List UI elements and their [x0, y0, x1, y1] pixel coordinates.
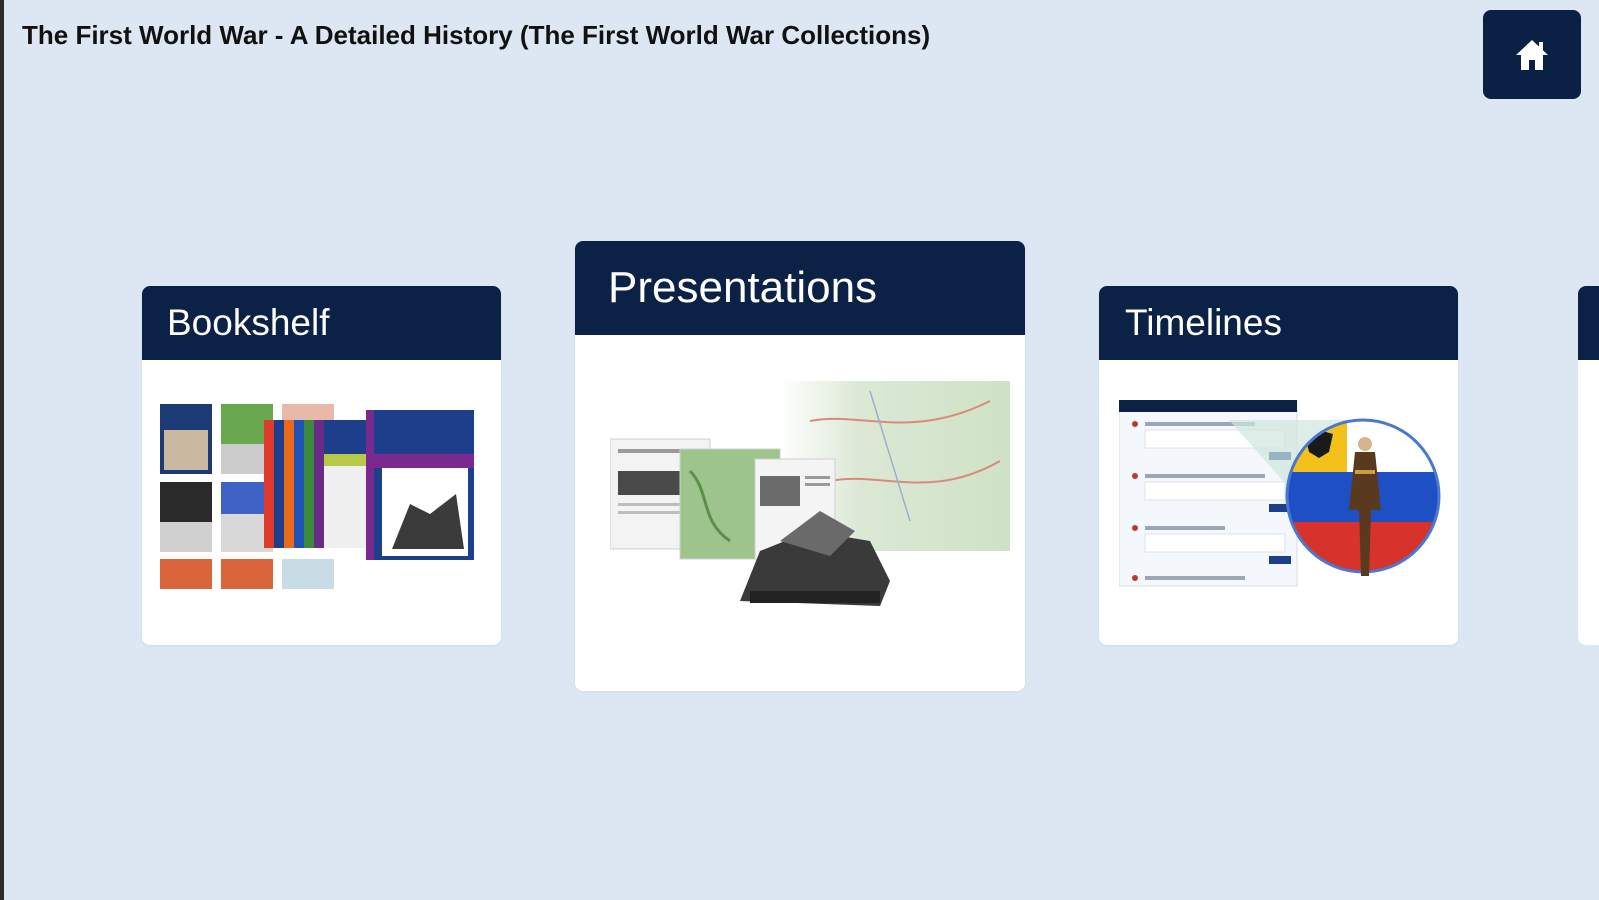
home-button[interactable]: [1483, 10, 1581, 99]
carousel-page: The First World War - A Detailed History…: [0, 0, 1599, 900]
timelines-card-header: Timelines: [1099, 286, 1458, 360]
home-icon: [1516, 39, 1548, 70]
presentations-card-label: Presentations: [608, 263, 878, 312]
bookshelf-card-header: Bookshelf: [142, 286, 501, 360]
left-divider: [0, 0, 4, 900]
presentations-card[interactable]: Presentations: [575, 241, 1025, 691]
page-title: The First World War - A Detailed History…: [22, 20, 931, 50]
timelines-thumbnail: [1119, 400, 1441, 587]
presentations-thumbnail: [610, 381, 1010, 606]
bookshelf-thumbnail: [160, 404, 474, 589]
presentations-card-header: Presentations: [575, 241, 1025, 335]
timelines-card-label: Timelines: [1125, 302, 1282, 343]
next-card-partial[interactable]: [1578, 286, 1599, 645]
next-card-header: [1578, 286, 1599, 360]
timelines-card[interactable]: Timelines: [1099, 286, 1458, 645]
bookshelf-card-label: Bookshelf: [167, 302, 330, 343]
bookshelf-card[interactable]: Bookshelf: [142, 286, 501, 645]
